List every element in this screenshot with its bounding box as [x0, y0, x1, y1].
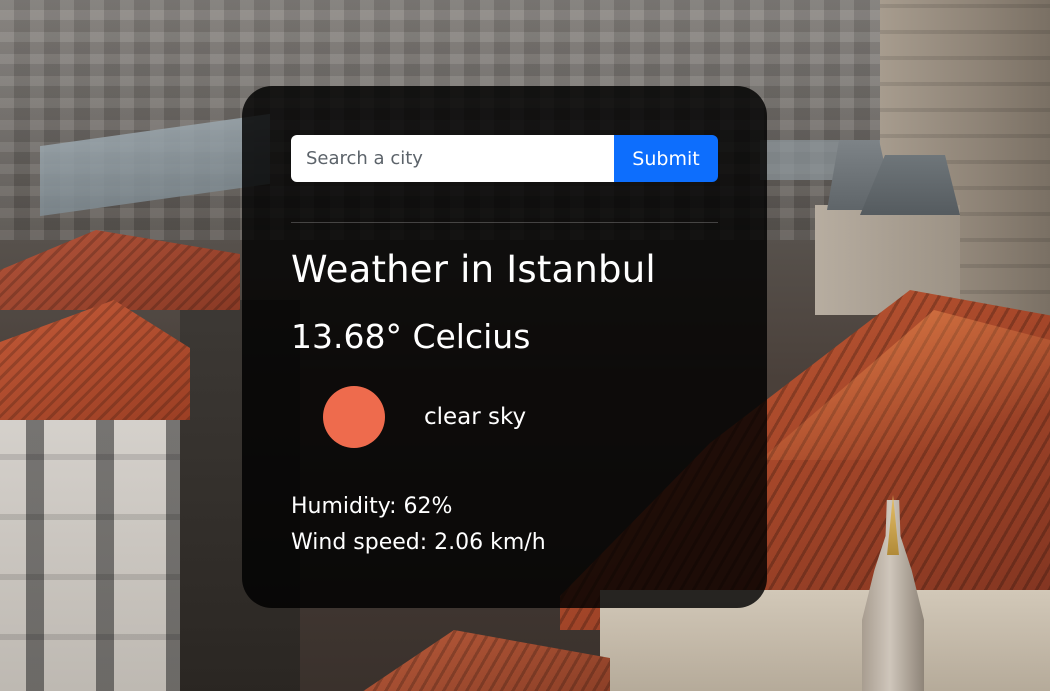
search-bar: Submit: [291, 135, 718, 182]
divider: [291, 222, 718, 223]
weather-icon-container: [304, 377, 404, 457]
background-building-left: [0, 380, 180, 691]
submit-button[interactable]: Submit: [614, 135, 718, 182]
condition-description: clear sky: [424, 404, 527, 430]
wind-speed-value: Wind speed: 2.06 km/h: [291, 530, 546, 555]
sun-icon: [323, 386, 385, 448]
humidity-value: Humidity: 62%: [291, 494, 453, 519]
background-roof-left: [0, 300, 190, 420]
weather-details: Humidity: 62% Wind speed: 2.06 km/h: [291, 489, 718, 561]
city-heading: Weather in Istanbul: [291, 248, 656, 291]
background-roof-bottom: [350, 630, 610, 691]
temperature-value: 13.68° Celcius: [291, 317, 531, 356]
condition-row: clear sky: [291, 377, 718, 457]
background-roof-left-upper: [0, 230, 240, 310]
weather-card: Submit Weather in Istanbul 13.68° Celciu…: [242, 86, 767, 608]
search-input[interactable]: [291, 135, 614, 182]
